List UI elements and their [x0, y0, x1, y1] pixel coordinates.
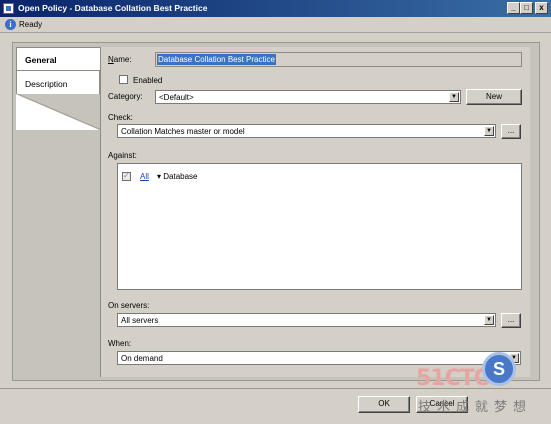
check-label: Check: [108, 113, 133, 122]
servers-label: On servers: [108, 301, 150, 310]
chevron-down-icon[interactable]: ▼ [449, 92, 459, 102]
close-button[interactable]: x [535, 2, 548, 14]
check-dropdown[interactable]: Collation Matches master or model ▼ [117, 124, 496, 138]
enabled-checkbox[interactable] [119, 75, 128, 84]
against-target[interactable]: ▾ Database [157, 172, 198, 181]
check-browse-button[interactable]: ... [501, 124, 521, 139]
new-category-button[interactable]: New [466, 89, 522, 105]
status-bar: i Ready [0, 17, 551, 33]
name-label-rest: ame: [113, 55, 132, 64]
against-tree: All ▾ Database [117, 163, 522, 290]
servers-dropdown[interactable]: All servers ▼ [117, 313, 496, 327]
window-title: Open Policy - Database Collation Best Pr… [18, 3, 208, 13]
against-target-label: Database [163, 172, 198, 181]
chevron-down-icon[interactable]: ▼ [484, 315, 494, 325]
footer-divider [0, 388, 551, 389]
name-label: Name: [108, 55, 132, 64]
ok-button[interactable]: OK [358, 396, 410, 413]
category-value: <Default> [159, 93, 194, 102]
tab-divider [16, 94, 100, 130]
servers-browse-button[interactable]: ... [501, 313, 521, 328]
name-value: Database Collation Best Practice [157, 54, 276, 65]
check-value: Collation Matches master or model [121, 127, 245, 136]
when-value: On demand [121, 354, 163, 363]
chevron-down-icon[interactable]: ▼ [509, 353, 519, 363]
cancel-button[interactable]: Cancel [416, 396, 468, 413]
enabled-label: Enabled [133, 76, 163, 85]
servers-value: All servers [121, 316, 159, 325]
dropdown-arrow-icon: ▾ [157, 172, 162, 181]
against-all-link[interactable]: All [140, 172, 149, 181]
maximize-button[interactable]: □ [520, 2, 533, 14]
when-dropdown[interactable]: On demand ▼ [117, 351, 521, 365]
against-checkbox[interactable] [122, 171, 131, 181]
category-label: Category: [108, 92, 143, 101]
when-label: When: [108, 339, 132, 348]
against-label: Against: [108, 151, 137, 160]
minimize-button[interactable]: _ [507, 2, 520, 14]
title-bar: Open Policy - Database Collation Best Pr… [0, 0, 551, 17]
name-field[interactable]: Database Collation Best Practice [155, 52, 522, 67]
status-text: Ready [19, 20, 43, 29]
category-dropdown[interactable]: <Default> ▼ [155, 90, 461, 104]
chevron-down-icon[interactable]: ▼ [484, 126, 494, 136]
info-icon: i [5, 19, 16, 30]
policy-app-icon [3, 3, 14, 14]
tab-general[interactable]: General [16, 47, 100, 71]
